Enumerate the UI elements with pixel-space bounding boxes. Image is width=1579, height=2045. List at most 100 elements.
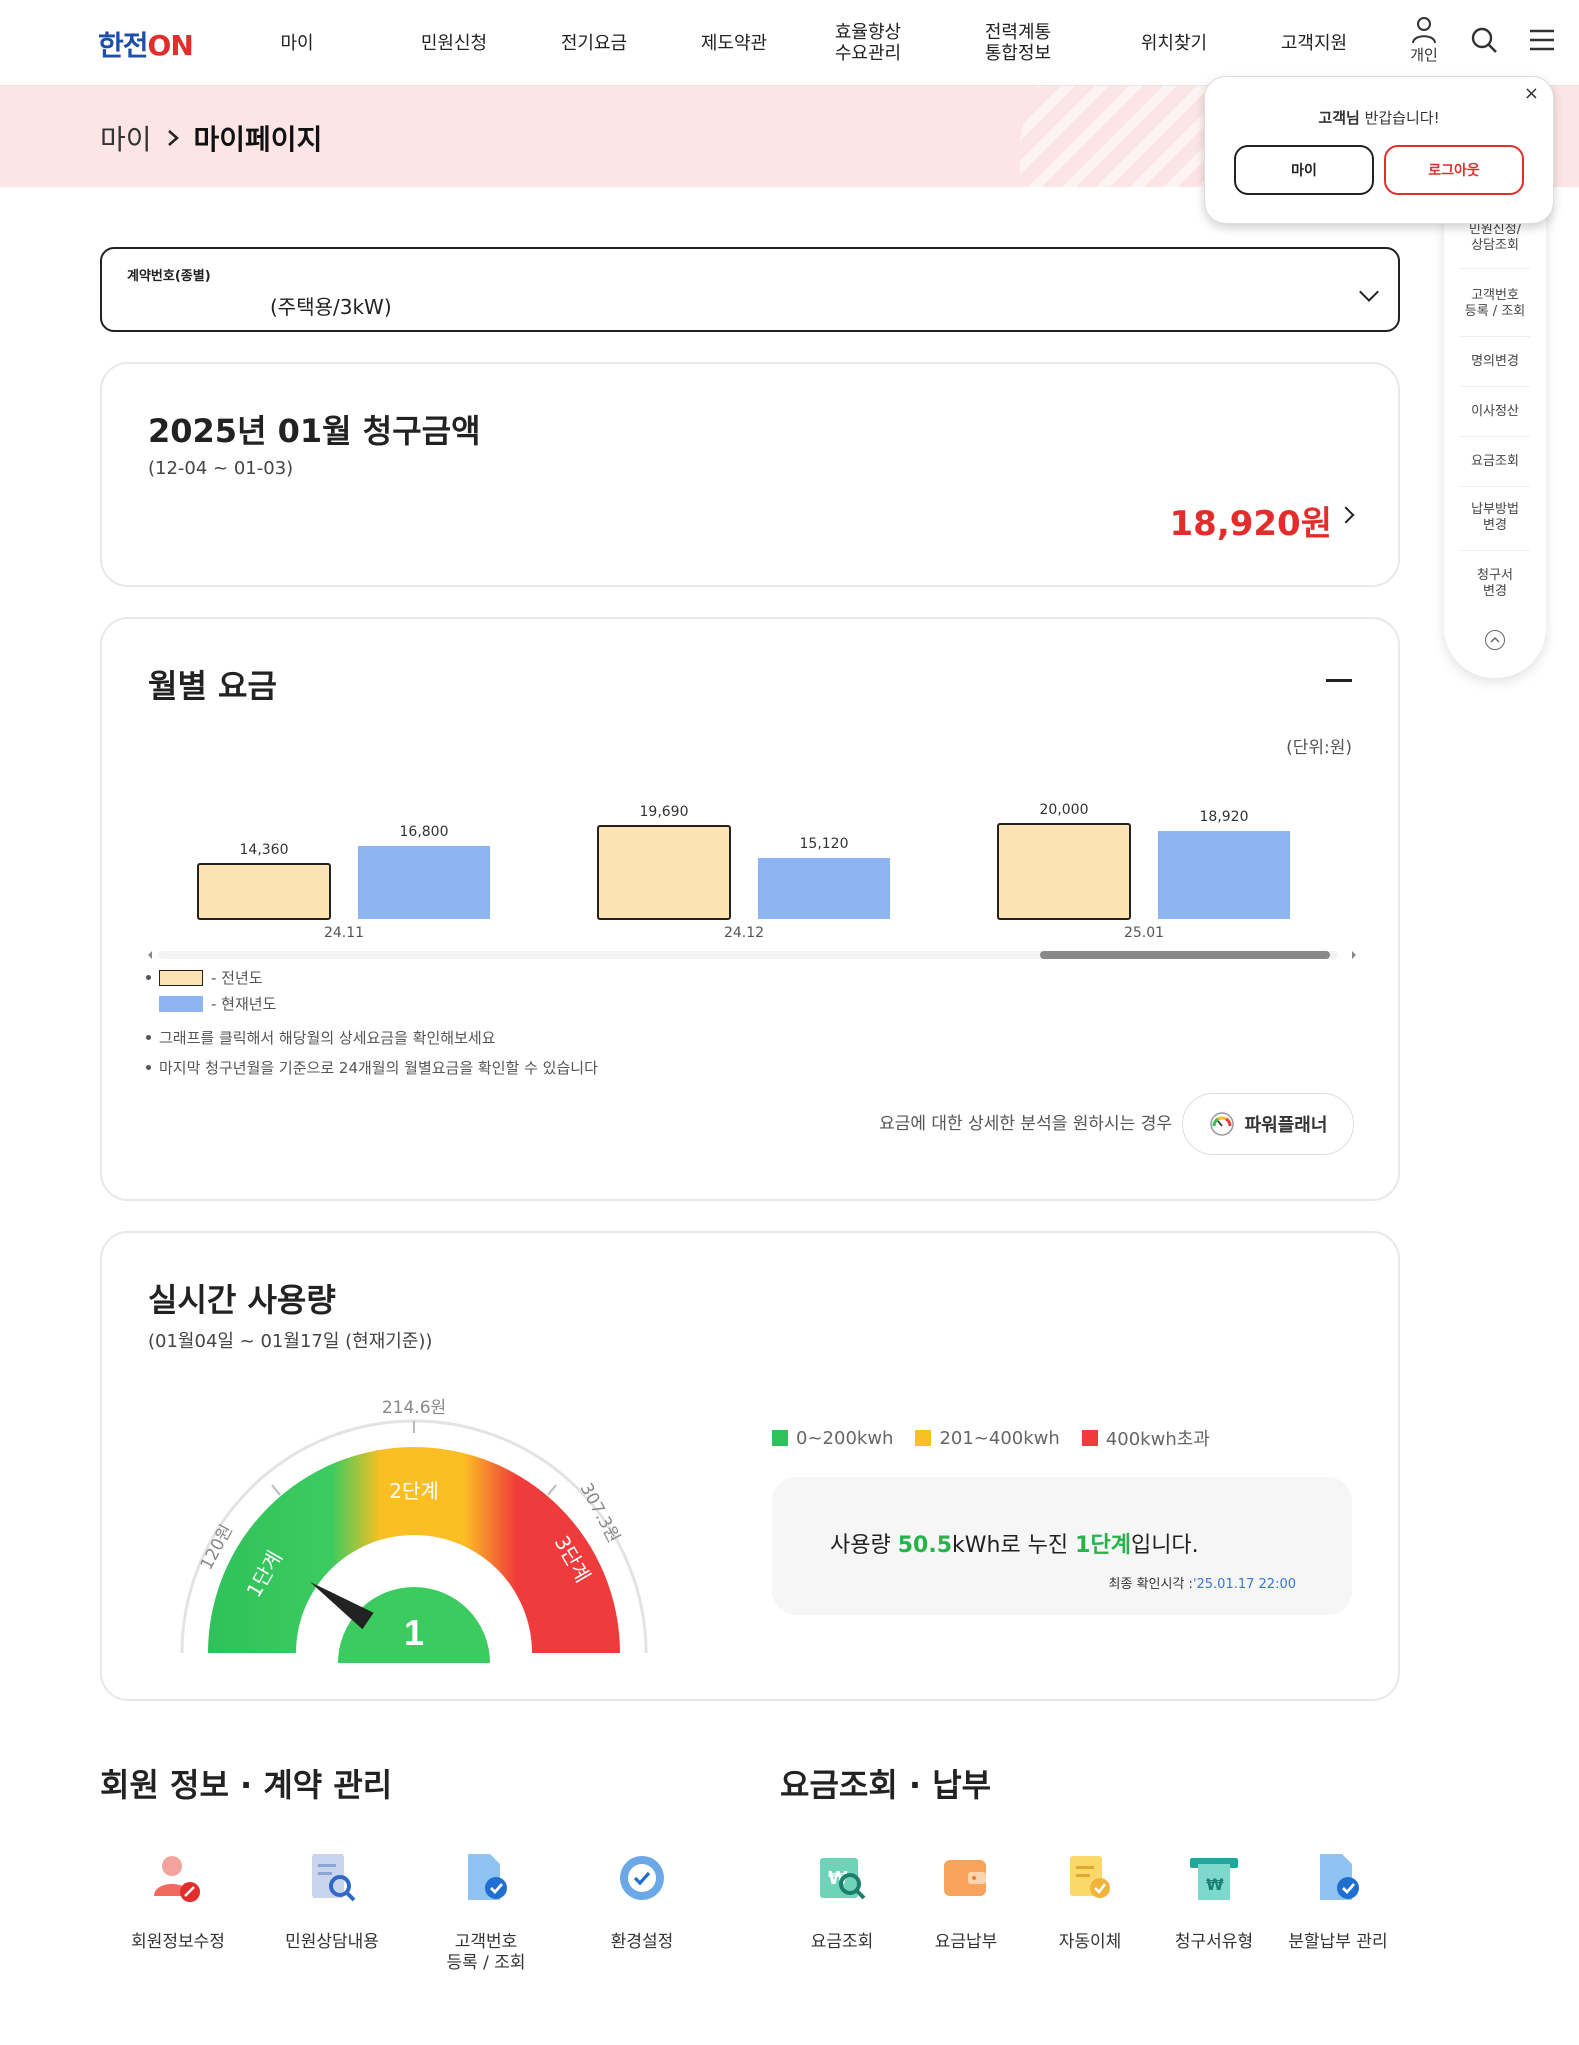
search-button[interactable] [1464,26,1504,80]
close-icon: × [1523,83,1539,104]
bill-payment-item[interactable]: 요금납부 [896,1850,1036,1953]
header: 한전ON 마이 민원신청 전기요금 제도약관 효율향상 수요관리 전력계통 통합… [0,0,1579,86]
quick-item-name-change[interactable]: 명의변경 [1452,354,1538,370]
billing-section-title: 요금조회 · 납부 [780,1766,992,1804]
realtime-usage-card: 실시간 사용량 (01월04일 ~ 01월17일 (현재기준)) 1 214.6… [100,1231,1400,1701]
document-search-icon [312,1854,356,1902]
unit-label: (단위:원) [1286,738,1352,758]
scroll-left-arrow[interactable] [148,951,152,959]
scroll-top-button[interactable] [1485,630,1505,650]
document-check-icon [1320,1854,1359,1900]
nav-location[interactable]: 위치찾기 [1124,0,1224,86]
monthly-bill-card: 월별 요금 (단위:원) 14,360 16,800 24.11 19,690 15,1… [100,617,1400,1201]
member-edit-item[interactable]: 회원정보수정 [108,1850,248,1953]
quick-item-civil[interactable]: 민원신청/ 상담조회 [1452,222,1538,254]
bill-search-icon: ₩ [820,1858,866,1900]
nav-efficiency[interactable]: 효율향상 수요관리 [818,0,918,86]
collapse-button[interactable] [1326,679,1352,682]
bar-cur-25.01[interactable] [1158,831,1290,919]
bill-amount-link[interactable]: 18,920원 [1170,496,1332,545]
legend-swatch-cur [159,995,203,1012]
installment-item[interactable]: 분할납부 관리 [1268,1850,1408,1953]
nav-grid-info[interactable]: 전력계통 통합정보 [968,0,1068,86]
auto-pay-icon [1070,1856,1110,1898]
gauge-icon [1209,1112,1234,1136]
contract-value: (주택용/3kW) [270,295,392,319]
nav-terms[interactable]: 제도약관 [684,0,784,86]
bar-label-cur-25.01: 18,920 [1200,809,1249,825]
tier-legend-2: 201~400kwh [915,1428,1060,1449]
quick-item-payment-method[interactable]: 납부방법 변경 [1452,502,1538,534]
usage-message: 사용량 50.5kWh로 누진 1단계입니다. [830,1533,1199,1558]
user-edit-icon [154,1856,200,1902]
chevron-right-icon [167,130,179,146]
bar-prev-24.11[interactable] [197,863,331,920]
realtime-period: (01월04일 ~ 01월17일 (현재기준)) [148,1331,433,1352]
member-section-title: 회원 정보 · 계약 관리 [100,1766,393,1804]
invoice-type-item[interactable]: ₩ 청구서유형 [1144,1850,1284,1953]
note-click: 그래프를 클릭해서 해당월의 상세요금을 확인해보세요 [146,1027,495,1048]
auto-transfer-item[interactable]: 자동이체 [1020,1850,1160,1953]
category-label-24.12: 24.12 [724,925,764,941]
legend-cur: - 현재년도 [159,993,276,1014]
monthly-title: 월별 요금 [148,667,277,705]
chevron-up-icon [1490,636,1500,643]
invoice-icon: ₩ [1190,1858,1238,1900]
person-label: 개인 [1410,46,1438,64]
legend-prev: - 전년도 [146,967,263,988]
category-label-25.01: 25.01 [1124,925,1164,941]
settings-item[interactable]: 환경설정 [572,1850,712,1953]
last-checked-time: 최종 확인시각 :'25.01.17 22:00 [1108,1577,1296,1592]
bill-card: 2025년 01월 청구금액 (12-04 ~ 01-03) 18,920원 [100,362,1400,587]
quick-item-bill-inquiry[interactable]: 요금조회 [1452,454,1538,470]
realtime-title: 실시간 사용량 [148,1281,336,1319]
tier-legend-1: 0~200kwh [772,1428,893,1449]
breadcrumb: 마이 마이페이지 [100,118,322,158]
scroll-right-arrow[interactable] [1352,951,1356,959]
popup-close-button[interactable]: × [1524,83,1539,104]
power-planner-button[interactable]: 파워플래너 [1182,1093,1354,1155]
wallet-icon [944,1860,986,1896]
bar-prev-24.12[interactable] [597,825,731,920]
scroll-thumb[interactable] [1040,951,1330,959]
quick-menu: 민원신청/ 상담조회 고객번호 등록 / 조회 명의변경 이사정산 요금조회 납… [1444,200,1546,678]
bar-cur-24.11[interactable] [358,846,490,919]
chevron-right-icon[interactable] [1337,506,1355,524]
bill-inquiry-item[interactable]: ₩ 요금조회 [772,1850,912,1953]
kepco-on-logo[interactable]: 한전ON [98,24,194,62]
my-button[interactable]: 마이 [1234,145,1374,195]
hamburger-icon [1530,29,1554,51]
legend-swatch-prev [159,969,203,986]
greeting-text: 고객님 반갑습니다! [1318,109,1440,127]
planner-hint: 요금에 대한 상세한 분석을 원하시는 경우 [879,1114,1172,1134]
svg-text:₩: ₩ [1206,1875,1224,1894]
customer-number-item[interactable]: 고객번호 등록 / 조회 [416,1850,556,1974]
quick-item-invoice[interactable]: 청구서 변경 [1452,568,1538,600]
nav-civil-request[interactable]: 민원신청 [404,0,504,86]
nav-support[interactable]: 고객지원 [1264,0,1364,86]
quick-item-customer-number[interactable]: 고객번호 등록 / 조회 [1452,288,1538,320]
contract-select[interactable]: 계약번호(종별) (주택용/3kW) [100,247,1400,332]
logout-button[interactable]: 로그아웃 [1384,145,1524,195]
bar-prev-25.01[interactable] [997,823,1131,920]
category-label-24.11: 24.11 [324,925,364,941]
quick-item-moving[interactable]: 이사정산 [1452,404,1538,420]
person-button[interactable]: 개인 [1404,16,1444,70]
monthly-bar-chart[interactable]: 14,360 16,800 24.11 19,690 15,120 24.12 20,000… [142,769,1362,969]
nav-my[interactable]: 마이 [262,0,332,86]
consult-history-item[interactable]: 민원상담내용 [262,1850,402,1953]
document-check-icon [468,1854,507,1900]
nav-electric-bill[interactable]: 전기요금 [544,0,644,86]
menu-button[interactable] [1522,28,1562,82]
bar-label-cur-24.12: 15,120 [800,836,849,852]
page-title: 마이페이지 [193,123,323,156]
person-icon [1412,17,1436,44]
search-icon [1471,27,1497,53]
bar-cur-24.12[interactable] [758,858,890,919]
usage-summary: 사용량 50.5kWh로 누진 1단계입니다. 최종 확인시각 :'25.01.… [772,1477,1352,1615]
note-range: 마지막 청구년월을 기준으로 24개월의 월별요금을 확인할 수 있습니다 [146,1057,598,1078]
bar-label-prev-24.11: 14,360 [240,842,289,858]
breadcrumb-parent[interactable]: 마이 [100,118,152,158]
tier-legend: 0~200kwh 201~400kwh 400kwh초과 [772,1425,1222,1451]
bar-label-prev-24.12: 19,690 [640,804,689,820]
